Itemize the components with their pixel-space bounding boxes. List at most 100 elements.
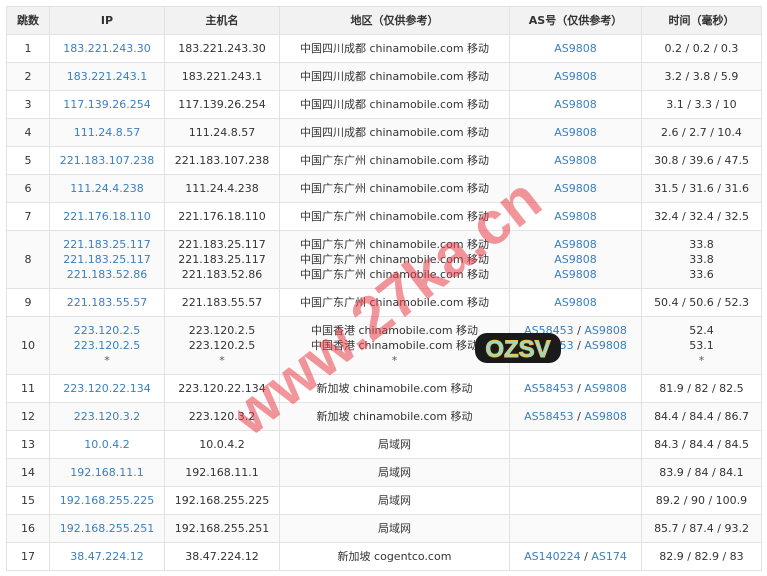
- ip-link[interactable]: 192.168.11.1: [50, 465, 164, 480]
- as-link[interactable]: AS9808: [554, 296, 597, 309]
- as-separator: /: [573, 382, 585, 395]
- as-link[interactable]: AS58453: [524, 382, 574, 395]
- time-text: 0.2 / 0.2 / 0.3: [664, 42, 739, 55]
- hostname-cell: 192.168.255.225: [164, 486, 280, 515]
- hop-cell: 4: [6, 118, 50, 147]
- as-link[interactable]: AS58453: [524, 410, 574, 423]
- as-link[interactable]: AS9808: [554, 253, 597, 266]
- hostname-cell: 111.24.4.238: [164, 174, 280, 203]
- ip-link[interactable]: 221.183.25.117: [50, 237, 164, 252]
- ip-link[interactable]: 223.120.3.2: [50, 409, 164, 424]
- ip-link[interactable]: 38.47.224.12: [50, 549, 164, 564]
- ip-link[interactable]: 183.221.243.30: [50, 41, 164, 56]
- ip-link[interactable]: 221.183.107.238: [50, 153, 164, 168]
- hostname-cell: 221.183.25.117 221.183.25.117 221.183.52.8…: [164, 230, 280, 289]
- as-line: AS58453 / AS9808: [510, 381, 641, 396]
- table-row: 7 221.176.18.110 221.176.18.110 中国广东广州 chin…: [6, 202, 762, 231]
- header-hop: 跳数: [6, 6, 50, 35]
- as-separator: /: [573, 324, 585, 337]
- as-link[interactable]: AS9808: [584, 324, 627, 337]
- hostname-text: 38.47.224.12: [185, 550, 259, 563]
- as-line: AS9808: [510, 209, 641, 224]
- hostname-text: 221.183.25.117: [178, 238, 266, 251]
- ip-link[interactable]: 192.168.255.251: [50, 521, 164, 536]
- as-link[interactable]: AS174: [591, 550, 627, 563]
- hostname-text: 192.168.11.1: [185, 466, 259, 479]
- hostname-text: 221.183.55.57: [181, 296, 263, 309]
- ip-link[interactable]: 221.176.18.110: [50, 209, 164, 224]
- as-link[interactable]: AS9808: [584, 410, 627, 423]
- time-text: 89.2 / 90 / 100.9: [655, 494, 748, 507]
- region-cell: 中国四川成都 chinamobile.com 移动: [279, 34, 510, 63]
- hostname-text: 10.0.4.2: [199, 438, 245, 451]
- ip-link[interactable]: 111.24.8.57: [50, 125, 164, 140]
- as-link[interactable]: AS9808: [554, 210, 597, 223]
- as-cell: AS9808 AS9808 AS9808: [509, 230, 642, 289]
- time-text: 2.6 / 2.7 / 10.4: [661, 126, 742, 139]
- time-text: 3.1 / 3.3 / 10: [666, 98, 737, 111]
- ip-link[interactable]: 221.183.25.117: [50, 252, 164, 267]
- ip-cell: 10.0.4.2: [49, 430, 165, 459]
- region-text: 中国广东广州 chinamobile.com 移动: [299, 210, 490, 223]
- region-cell: 局域网: [279, 430, 510, 459]
- header-ip: IP: [49, 6, 165, 35]
- hostname-text: 111.24.8.57: [188, 126, 256, 139]
- as-link[interactable]: AS9808: [554, 42, 597, 55]
- as-link[interactable]: AS9808: [554, 154, 597, 167]
- hop-cell: 13: [6, 430, 50, 459]
- ip-cell: 183.221.243.1: [49, 62, 165, 91]
- region-text: 局域网: [378, 438, 411, 451]
- table-row: 2 183.221.243.1 183.221.243.1 中国四川成都 chinam…: [6, 62, 762, 91]
- ozsv-logo-badge: OZSV: [475, 333, 561, 364]
- region-cell: 新加坡 cogentco.com: [279, 542, 510, 571]
- ip-link[interactable]: 192.168.255.225: [50, 493, 164, 508]
- as-link[interactable]: AS9808: [584, 382, 627, 395]
- as-link[interactable]: AS9808: [554, 126, 597, 139]
- as-link[interactable]: AS9808: [554, 182, 597, 195]
- region-cell: 局域网: [279, 486, 510, 515]
- as-link[interactable]: AS9808: [554, 70, 597, 83]
- ip-link[interactable]: 223.120.2.5: [50, 338, 164, 353]
- time-text: 52.4: [689, 324, 714, 337]
- region-cell: 中国广东广州 chinamobile.com 移动 中国广东广州 chinamob…: [279, 230, 510, 289]
- time-text: 31.5 / 31.6 / 31.6: [654, 182, 749, 195]
- as-cell: AS140224 / AS174: [509, 542, 642, 571]
- as-link[interactable]: AS9808: [554, 268, 597, 281]
- region-cell: 中国广东广州 chinamobile.com 移动: [279, 174, 510, 203]
- as-link[interactable]: AS9808: [584, 339, 627, 352]
- hop-cell: 11: [6, 374, 50, 403]
- hostname-cell: 221.183.55.57: [164, 288, 280, 317]
- table-row: 13 10.0.4.2 10.0.4.2 局域网 84.3 / 84.4 / 84.5: [6, 430, 762, 459]
- ip-link[interactable]: 221.183.52.86: [50, 267, 164, 282]
- time-text: 50.4 / 50.6 / 52.3: [654, 296, 749, 309]
- hostname-text: 192.168.255.225: [174, 494, 270, 507]
- hop-cell: 8: [6, 230, 50, 289]
- time-text: 32.4 / 32.4 / 32.5: [654, 210, 749, 223]
- as-link[interactable]: AS9808: [554, 98, 597, 111]
- hop-cell: 9: [6, 288, 50, 317]
- ip-link[interactable]: 223.120.2.5: [50, 323, 164, 338]
- as-cell: [509, 486, 642, 515]
- ip-link[interactable]: 111.24.4.238: [50, 181, 164, 196]
- time-cell: 83.9 / 84 / 84.1: [641, 458, 762, 487]
- ip-link[interactable]: 221.183.55.57: [50, 295, 164, 310]
- ip-link[interactable]: 183.221.243.1: [50, 69, 164, 84]
- badge-text: OZSV: [485, 336, 550, 363]
- ip-cell: 111.24.8.57: [49, 118, 165, 147]
- ip-link[interactable]: 223.120.22.134: [50, 381, 164, 396]
- hostname-cell: 223.120.2.5 223.120.2.5 *: [164, 316, 280, 375]
- time-cell: 33.8 33.8 33.6: [641, 230, 762, 289]
- time-text: 33.8: [689, 238, 714, 251]
- as-link[interactable]: AS140224: [524, 550, 581, 563]
- time-cell: 50.4 / 50.6 / 52.3: [641, 288, 762, 317]
- ip-link[interactable]: 117.139.26.254: [50, 97, 164, 112]
- region-cell: 中国广东广州 chinamobile.com 移动: [279, 202, 510, 231]
- region-text: 中国四川成都 chinamobile.com 移动: [299, 98, 490, 111]
- ip-placeholder: *: [104, 354, 110, 367]
- ip-cell: 223.120.22.134: [49, 374, 165, 403]
- as-link[interactable]: AS9808: [554, 238, 597, 251]
- time-cell: 3.1 / 3.3 / 10: [641, 90, 762, 119]
- ip-link[interactable]: 10.0.4.2: [50, 437, 164, 452]
- header-region: 地区（仅供参考）: [279, 6, 510, 35]
- hostname-cell: 221.176.18.110: [164, 202, 280, 231]
